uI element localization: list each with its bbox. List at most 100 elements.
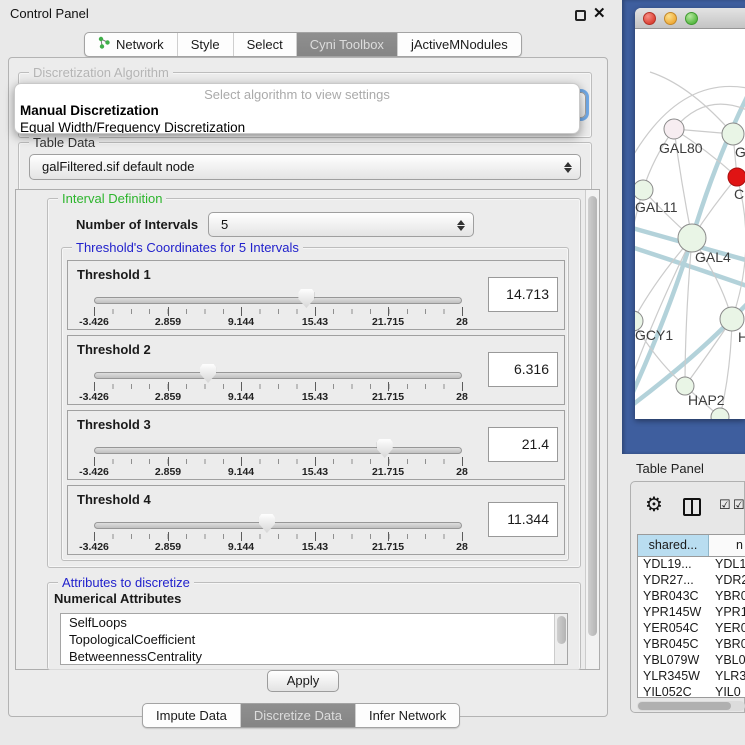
node-label: HAP2	[688, 392, 725, 408]
list-item[interactable]: BetweennessCentrality	[61, 648, 567, 665]
threshold-panel-2: Threshold 2 -3.426 2.859 9.144 15.43 21.…	[67, 335, 565, 405]
settings-scroll-area: Interval Definition Number of Intervals …	[15, 189, 600, 670]
column-header-name[interactable]: n	[709, 535, 745, 556]
threshold-panel-3: Threshold 3 -3.426 2.859 9.144 15.43 21.…	[67, 410, 565, 480]
split-view-icon[interactable]	[683, 498, 701, 516]
threshold-slider-thumb[interactable]	[200, 364, 216, 383]
scrollbar-thumb[interactable]	[638, 702, 731, 710]
tab-select[interactable]: Select	[233, 33, 296, 56]
list-item[interactable]: SelfLoops	[61, 614, 567, 631]
node-label: GAL80	[659, 140, 703, 156]
slider-minor-ticks	[94, 459, 463, 464]
close-icon[interactable]: ✕	[593, 4, 606, 22]
table-row[interactable]: YIL052CYIL0	[638, 685, 745, 698]
table-row[interactable]: YBR043CYBR0	[638, 589, 745, 605]
tick-label: 15.43	[302, 316, 328, 328]
dropdown-item-equal-width[interactable]: Equal Width/Frequency Discretization	[15, 119, 579, 134]
tick-label: 15.43	[302, 391, 328, 403]
control-panel: Control Panel ✕ Network Style Select Cyn…	[0, 0, 622, 745]
checkbox-icon[interactable]: ☑	[733, 497, 745, 513]
table-row[interactable]: YDL19...YDL1	[638, 557, 745, 573]
combo-stepper-icon	[563, 159, 573, 175]
threshold-label: Threshold 2	[77, 342, 151, 357]
threshold-slider-track[interactable]	[94, 522, 462, 529]
tab-cyni-toolbox[interactable]: Cyni Toolbox	[296, 33, 397, 56]
table-row[interactable]: YER054CYER0	[638, 621, 745, 637]
network-node[interactable]	[635, 180, 653, 200]
scrollbar-thumb[interactable]	[588, 196, 597, 636]
dropdown-item-manual[interactable]: Manual Discretization	[15, 102, 579, 119]
network-node-selected[interactable]	[728, 168, 745, 186]
tab-style[interactable]: Style	[177, 33, 233, 56]
table-data-combobox[interactable]: galFiltered.sif default node	[29, 154, 581, 180]
network-node[interactable]	[664, 119, 684, 139]
tab-network[interactable]: Network	[85, 33, 177, 56]
tick-label: 9.144	[228, 541, 254, 553]
list-scrollbar[interactable]	[554, 614, 567, 664]
thresholds-groupbox: Threshold's Coordinates for 5 Intervals …	[61, 247, 569, 561]
threshold-slider-thumb[interactable]	[259, 514, 275, 533]
numerical-attributes-label: Numerical Attributes	[54, 591, 181, 606]
node-label: H	[738, 329, 745, 345]
vertical-scrollbar[interactable]	[585, 190, 599, 669]
threshold-slider-track[interactable]	[94, 297, 462, 304]
interval-definition-groupbox: Interval Definition Number of Intervals …	[47, 198, 581, 568]
scrollbar-thumb[interactable]	[557, 616, 566, 644]
tick-label: 21.715	[372, 391, 404, 403]
tick-label: 2.859	[155, 466, 181, 478]
threshold-slider-thumb[interactable]	[377, 439, 393, 458]
network-node[interactable]	[678, 224, 706, 252]
column-header-shared-name[interactable]: shared...	[638, 535, 709, 556]
table-row[interactable]: YDR27...YDR2	[638, 573, 745, 589]
node-attribute-table: shared... n YDL19...YDL1 YDR27...YDR2 YB…	[637, 534, 745, 698]
threshold-value-field[interactable]: 6.316	[488, 352, 558, 387]
combo-stepper-icon	[456, 217, 466, 233]
close-traffic-light-icon[interactable]	[643, 12, 656, 25]
slider-minor-ticks	[94, 534, 463, 539]
tab-jactivemnodules[interactable]: jActiveMNodules	[397, 33, 521, 56]
tab-impute-data[interactable]: Impute Data	[143, 704, 240, 727]
network-node[interactable]	[720, 307, 744, 331]
gear-icon[interactable]: ⚙	[645, 492, 663, 517]
threshold-value-field[interactable]: 21.4	[488, 427, 558, 462]
table-data-groupbox: Table Data galFiltered.sif default node	[18, 142, 592, 192]
horizontal-scrollbar[interactable]	[637, 701, 745, 711]
threshold-value-field[interactable]: 11.344	[488, 502, 558, 537]
interval-definition-title: Interval Definition	[58, 191, 166, 206]
tab-infer-network[interactable]: Infer Network	[355, 704, 459, 727]
num-intervals-combobox[interactable]: 5	[208, 212, 474, 237]
list-item[interactable]: TopologicalCoefficient	[61, 631, 567, 648]
threshold-slider-thumb[interactable]	[298, 289, 314, 308]
network-node[interactable]	[722, 123, 744, 145]
float-window-icon[interactable]	[575, 10, 586, 21]
network-canvas[interactable]: GAL80 GA C GAL11 GAL4 GCY1 H HAP2	[635, 30, 745, 419]
algorithm-dropdown-popup: Select algorithm to view settings Manual…	[14, 83, 580, 134]
slider-minor-ticks	[94, 384, 463, 389]
tab-label: Network	[116, 33, 164, 56]
tick-label: -3.426	[79, 391, 109, 403]
threshold-value-field[interactable]: 14.713	[488, 277, 558, 312]
threshold-label: Threshold 1	[77, 267, 151, 282]
threshold-slider-track[interactable]	[94, 447, 462, 454]
threshold-slider-track[interactable]	[94, 372, 462, 379]
minimize-traffic-light-icon[interactable]	[664, 12, 677, 25]
table-panel-window: ⚙ ☑ ☑ shared... n YDL19...YDL1 YDR27...Y…	[630, 481, 745, 713]
network-icon	[98, 33, 111, 56]
num-intervals-value: 5	[221, 217, 228, 232]
network-window-titlebar[interactable]	[635, 8, 745, 29]
table-row[interactable]: YBR045CYBR0	[638, 637, 745, 653]
table-row[interactable]: YPR145WYPR1	[638, 605, 745, 621]
network-node[interactable]	[711, 408, 729, 419]
table-row[interactable]: YLR345WYLR3	[638, 669, 745, 685]
zoom-traffic-light-icon[interactable]	[685, 12, 698, 25]
checkbox-icon[interactable]: ☑	[719, 497, 731, 513]
node-label: GCY1	[635, 327, 673, 343]
dropdown-prompt[interactable]: Select algorithm to view settings	[15, 87, 579, 102]
tick-label: 28	[456, 541, 468, 553]
tick-label: 21.715	[372, 466, 404, 478]
tick-label: 28	[456, 466, 468, 478]
table-row[interactable]: YBL079WYBL0	[638, 653, 745, 669]
node-label: C	[734, 186, 744, 202]
tab-discretize-data[interactable]: Discretize Data	[240, 704, 355, 727]
apply-button[interactable]: Apply	[267, 670, 339, 692]
